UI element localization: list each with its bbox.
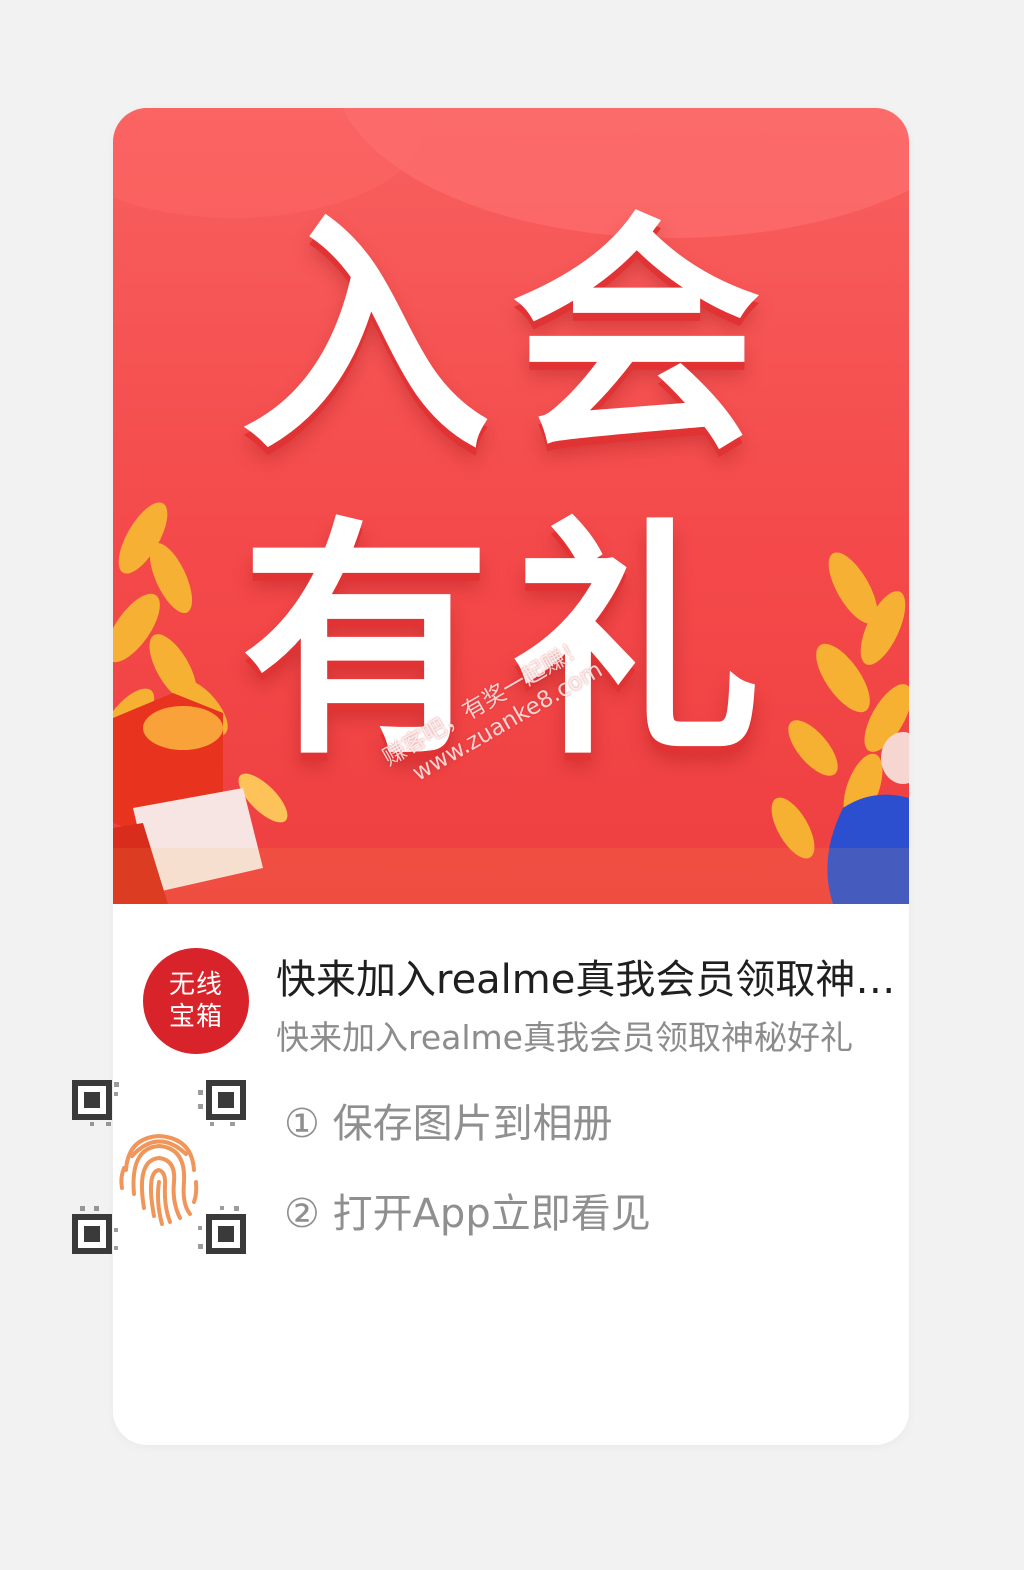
card-title: 快来加入realme真我会员领取神秘好礼: [276, 957, 896, 1003]
logo-line-1: 无线: [168, 970, 223, 1000]
fingerprint-icon: [119, 1133, 199, 1226]
app-logo: 无线 宝箱: [143, 948, 249, 1054]
qr-code-area[interactable]: [70, 1078, 250, 1258]
logo-line-2: 宝箱: [168, 1002, 223, 1032]
qr-code-icon: [72, 1080, 246, 1254]
instruction-step-2: ② 打开App立即看见: [284, 1191, 651, 1237]
card-subtitle: 快来加入realme真我会员领取神秘好礼: [276, 1018, 853, 1057]
banner-title-line-1: 入会: [241, 192, 781, 483]
mini-program-info[interactable]: 无线 宝箱 快来加入realme真我会员领取神秘好礼 快来加入realme真我会…: [113, 904, 909, 1094]
instruction-step-1: ① 保存图片到相册: [284, 1101, 613, 1147]
banner-image: 入会 有礼 赚客吧，有奖一起赚！ www.zuanke8.com: [113, 108, 909, 904]
